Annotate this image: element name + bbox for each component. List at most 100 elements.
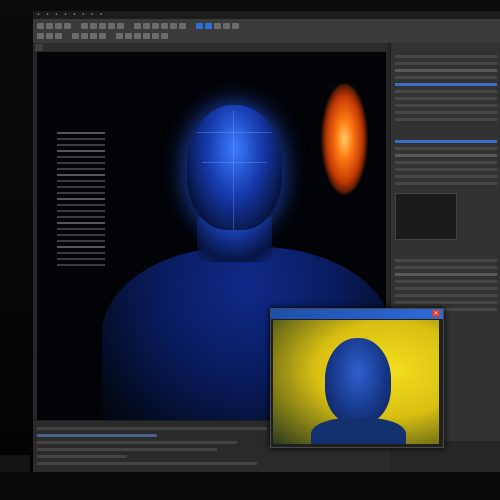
tool-button-icon[interactable] <box>72 33 79 39</box>
tool-button-icon[interactable] <box>143 33 150 39</box>
tool-button-icon[interactable] <box>214 23 221 29</box>
tool-button-icon[interactable] <box>37 23 44 29</box>
active-tool-icon[interactable] <box>205 23 212 29</box>
menu-item[interactable]: • <box>82 12 85 18</box>
tool-button-icon[interactable] <box>134 23 141 29</box>
layer-row[interactable] <box>395 97 497 100</box>
tool-button-icon[interactable] <box>81 23 88 29</box>
tool-button-icon[interactable] <box>55 23 62 29</box>
history-row[interactable] <box>395 301 497 304</box>
property-row[interactable] <box>395 161 497 164</box>
property-row[interactable] <box>395 175 497 178</box>
preview-titlebar[interactable] <box>271 309 443 319</box>
history-row[interactable] <box>395 294 497 297</box>
history-row[interactable] <box>395 273 497 276</box>
tool-button-icon[interactable] <box>99 23 106 29</box>
tool-button-icon[interactable] <box>232 23 239 29</box>
layer-row[interactable] <box>395 69 497 72</box>
menu-item[interactable]: • <box>73 12 76 18</box>
menu-item[interactable]: • <box>55 12 58 18</box>
toolbar-row <box>37 33 168 39</box>
tool-button-icon[interactable] <box>134 33 141 39</box>
timeline-track[interactable] <box>37 462 257 465</box>
tool-button-icon[interactable] <box>90 33 97 39</box>
tool-button-icon[interactable] <box>46 23 53 29</box>
active-tool-icon[interactable] <box>196 23 203 29</box>
preview-window[interactable]: × <box>270 308 444 448</box>
timeline-track[interactable] <box>37 448 217 451</box>
overlay-line <box>57 246 105 248</box>
preview-shoulders <box>311 418 406 444</box>
tool-button-icon[interactable] <box>55 33 62 39</box>
overlay-line <box>57 132 105 134</box>
tool-button-icon[interactable] <box>223 23 230 29</box>
tool-button-icon[interactable] <box>152 33 159 39</box>
tool-button-icon[interactable] <box>90 23 97 29</box>
timeline-track[interactable] <box>37 427 267 430</box>
layer-row[interactable] <box>395 118 497 121</box>
tool-button-icon[interactable] <box>108 23 115 29</box>
desk-edge <box>0 472 500 500</box>
tool-button-icon[interactable] <box>161 23 168 29</box>
toolbar <box>33 19 500 44</box>
menu-item[interactable]: • <box>37 12 40 18</box>
property-row[interactable] <box>395 168 497 171</box>
overlay-line <box>57 240 105 242</box>
overlay-line <box>57 144 105 146</box>
overlay-line <box>57 180 105 182</box>
overlay-line <box>57 198 105 200</box>
property-row[interactable] <box>395 147 497 150</box>
layer-row[interactable] <box>395 55 497 58</box>
menu-item[interactable]: • <box>46 12 49 18</box>
tool-button-icon[interactable] <box>152 23 159 29</box>
close-icon[interactable]: × <box>432 310 440 317</box>
history-row[interactable] <box>395 287 497 290</box>
preview-head <box>325 338 391 424</box>
overlay-line <box>57 252 105 254</box>
menu-item[interactable]: • <box>64 12 67 18</box>
tool-button-icon[interactable] <box>81 33 88 39</box>
overlay-line <box>57 234 105 236</box>
history-row[interactable] <box>395 266 497 269</box>
layer-row[interactable] <box>395 76 497 79</box>
overlay-line <box>57 162 105 164</box>
dock-thumbnail[interactable] <box>395 193 457 240</box>
tool-button-icon[interactable] <box>99 33 106 39</box>
timeline-track[interactable] <box>37 434 157 437</box>
history-row[interactable] <box>395 280 497 283</box>
preview-image <box>273 320 439 444</box>
overlay-line <box>57 186 105 188</box>
overlay-line <box>57 138 105 140</box>
overlay-line <box>57 222 105 224</box>
layer-row-selected[interactable] <box>395 83 497 86</box>
tool-button-icon[interactable] <box>46 33 53 39</box>
tool-button-icon[interactable] <box>179 23 186 29</box>
tool-button-icon[interactable] <box>37 33 44 39</box>
property-row-selected[interactable] <box>395 140 497 143</box>
menu-item[interactable]: • <box>100 12 103 18</box>
properties-list <box>395 140 497 189</box>
layer-row[interactable] <box>395 111 497 114</box>
document-tab[interactable] <box>35 44 43 51</box>
history-row[interactable] <box>395 259 497 262</box>
properties-overlay <box>57 132 105 297</box>
layer-row[interactable] <box>395 104 497 107</box>
tool-button-icon[interactable] <box>116 33 123 39</box>
tool-button-icon[interactable] <box>117 23 124 29</box>
tool-button-icon[interactable] <box>161 33 168 39</box>
property-row[interactable] <box>395 182 497 185</box>
tool-button-icon[interactable] <box>170 23 177 29</box>
menu-item[interactable]: • <box>91 12 94 18</box>
tool-button-icon[interactable] <box>64 23 71 29</box>
overlay-line <box>57 258 105 260</box>
timeline-track[interactable] <box>37 441 237 444</box>
timeline-track[interactable] <box>37 455 127 458</box>
property-row[interactable] <box>395 154 497 157</box>
tool-button-icon[interactable] <box>125 33 132 39</box>
overlay-line <box>57 192 105 194</box>
layer-row[interactable] <box>395 62 497 65</box>
history-list <box>395 259 497 315</box>
tool-button-icon[interactable] <box>143 23 150 29</box>
overlay-line <box>57 210 105 212</box>
layer-row[interactable] <box>395 90 497 93</box>
